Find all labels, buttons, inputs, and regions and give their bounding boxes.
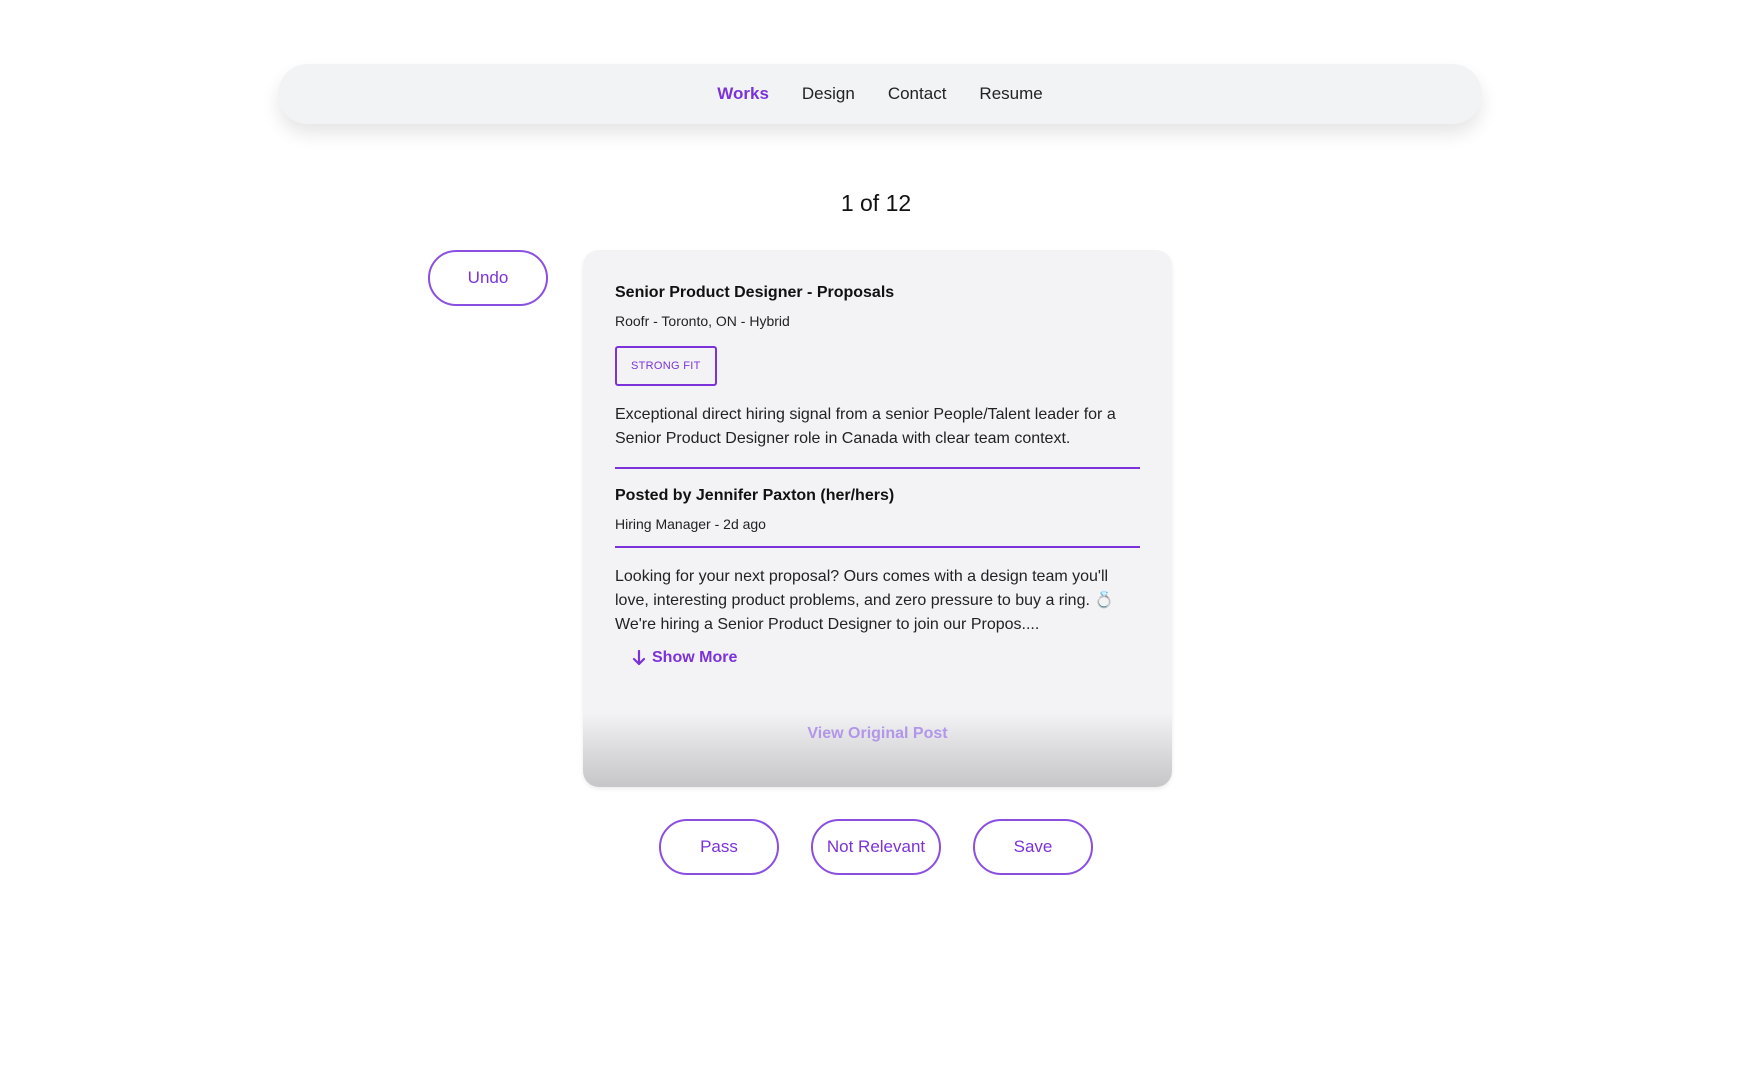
- fit-summary: Exceptional direct hiring signal from a …: [615, 406, 1116, 447]
- save-button[interactable]: Save: [973, 819, 1093, 875]
- job-title: Senior Product Designer - Proposals: [615, 284, 895, 301]
- show-more-button[interactable]: Show More: [632, 649, 737, 667]
- fit-badge: STRONG FIT: [615, 346, 717, 386]
- pass-button[interactable]: Pass: [659, 819, 779, 875]
- job-card-content: Senior Product Designer - Proposals Roof…: [615, 284, 1140, 671]
- job-meta: Roofr - Toronto, ON - Hybrid: [615, 313, 790, 329]
- progress-counter: 1 of 12: [840, 190, 912, 216]
- not-relevant-button[interactable]: Not Relevant: [811, 819, 941, 875]
- divider: [615, 546, 1140, 548]
- nav-item-contact[interactable]: Contact: [888, 84, 947, 104]
- nav-item-works[interactable]: Works: [717, 84, 769, 104]
- poster-meta: Hiring Manager - 2d ago: [615, 516, 766, 532]
- job-card: Senior Product Designer - Proposals Roof…: [583, 250, 1172, 787]
- show-more-label: Show More: [652, 649, 738, 666]
- undo-button[interactable]: Undo: [428, 250, 548, 306]
- top-nav: Works Design Contact Resume: [278, 64, 1482, 124]
- poster-name: Posted by Jennifer Paxton (her/hers): [615, 487, 895, 504]
- arrow-down-icon: [632, 650, 646, 666]
- nav-item-resume[interactable]: Resume: [979, 84, 1042, 104]
- view-original-post-link[interactable]: View Original Post: [583, 725, 1172, 743]
- post-excerpt: Looking for your next proposal? Ours com…: [615, 568, 1115, 633]
- nav-item-design[interactable]: Design: [802, 84, 855, 104]
- divider: [615, 467, 1140, 469]
